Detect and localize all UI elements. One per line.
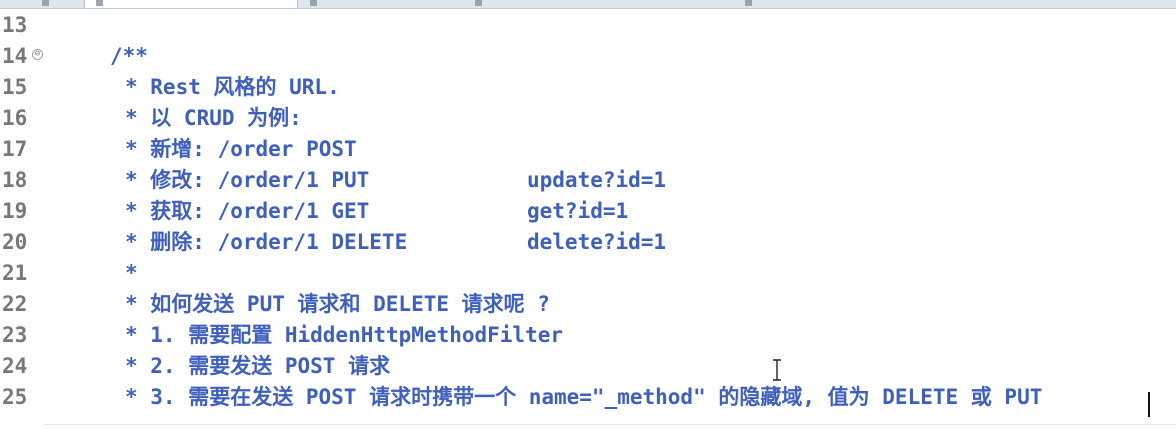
line-number: 13 <box>2 13 28 37</box>
file-icon <box>745 0 752 6</box>
tab-icon <box>42 0 49 6</box>
line-number: 19 <box>2 199 28 223</box>
comment-text: * 修改: /order/1 PUT <box>125 168 370 192</box>
comment-text: * 以 CRUD 为例: <box>125 106 302 130</box>
file-icon <box>475 0 482 6</box>
comment-text: * 2. 需要发送 POST 请求 <box>125 354 391 378</box>
code-line: 20 * 删除: /order/1 DELETE delete?id=1 <box>0 227 1176 258</box>
line-number: 20 <box>2 230 28 254</box>
code-editor[interactable]: 13 14 ⊖ /** 15 * Rest 风格的 URL. 16 * 以 CR… <box>0 10 1176 416</box>
comment-text: * 如何发送 PUT 请求和 DELETE 请求呢 ? <box>125 292 550 316</box>
code-line: 23 * 1. 需要配置 HiddenHttpMethodFilter <box>0 320 1176 351</box>
code-line: 14 ⊖ /** <box>0 41 1176 72</box>
comment-text: * 获取: /order/1 GET <box>125 199 370 223</box>
code-line: 15 * Rest 风格的 URL. <box>0 72 1176 103</box>
comment-url-example: update?id=1 <box>527 168 667 192</box>
code-line: 22 * 如何发送 PUT 请求和 DELETE 请求呢 ? <box>0 289 1176 320</box>
editor-bottom-divider <box>44 424 1176 425</box>
comment-text: * <box>125 261 138 285</box>
line-number: 25 <box>2 385 28 409</box>
code-line: 16 * 以 CRUD 为例: <box>0 103 1176 134</box>
line-number: 21 <box>2 261 28 285</box>
tab-icon <box>310 0 317 6</box>
mouse-ibeam-cursor-icon <box>772 359 782 381</box>
fold-toggle-icon[interactable]: ⊖ <box>32 49 43 60</box>
line-number: 15 <box>2 75 28 99</box>
line-number: 23 <box>2 323 28 347</box>
code-line: 21 * <box>0 258 1176 289</box>
code-line: 24 * 2. 需要发送 POST 请求 <box>0 351 1176 382</box>
comment-url-example: get?id=1 <box>527 199 629 223</box>
line-number: 22 <box>2 292 28 316</box>
file-icon <box>96 0 103 6</box>
line-number: 24 <box>2 354 28 378</box>
line-number: 17 <box>2 137 28 161</box>
code-line: 18 * 修改: /order/1 PUT update?id=1 <box>0 165 1176 196</box>
text-caret <box>1148 392 1150 417</box>
code-line: 17 * 新增: /order POST <box>0 134 1176 165</box>
active-editor-tab[interactable] <box>84 0 298 8</box>
line-number: 16 <box>2 106 28 130</box>
code-line: 25 * 3. 需要在发送 POST 请求时携带一个 name="_method… <box>0 382 1176 413</box>
editor-tab-strip <box>0 0 1176 9</box>
comment-text: * Rest 风格的 URL. <box>125 75 340 99</box>
code-line: 19 * 获取: /order/1 GET get?id=1 <box>0 196 1176 227</box>
line-number: 18 <box>2 168 28 192</box>
comment-text: * 删除: /order/1 DELETE <box>125 230 408 254</box>
comment-text: * 3. 需要在发送 POST 请求时携带一个 name="_method" 的… <box>125 385 1043 409</box>
comment-text: * 1. 需要配置 HiddenHttpMethodFilter <box>125 323 564 347</box>
comment-text: /** <box>110 44 148 68</box>
comment-text: * 新增: /order POST <box>125 137 357 161</box>
code-line: 13 <box>0 10 1176 41</box>
comment-url-example: delete?id=1 <box>527 230 667 254</box>
